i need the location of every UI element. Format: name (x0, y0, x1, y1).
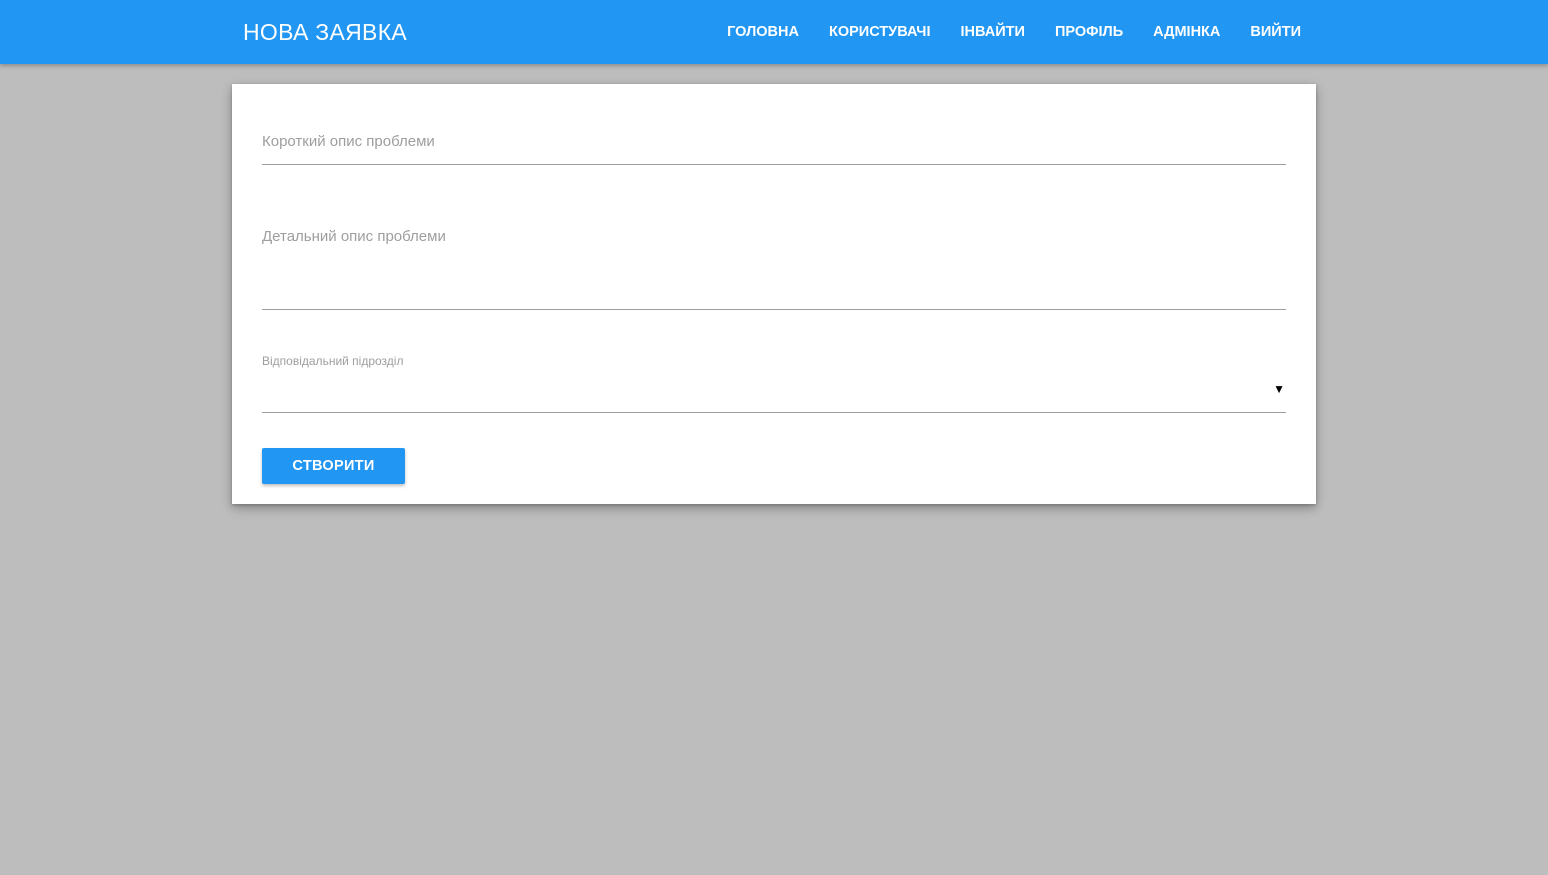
nav-item-users[interactable]: КОРИСТУВАЧІ (814, 0, 946, 64)
nav-item-invites[interactable]: ІНВАЙТИ (946, 0, 1040, 64)
create-button[interactable]: СТВОРИТИ (262, 448, 405, 484)
short-description-field (262, 128, 1286, 165)
nav-item-profile[interactable]: ПРОФІЛЬ (1040, 0, 1138, 64)
department-label: Відповідальний підрозділ (262, 354, 404, 368)
ticket-form-card: Відповідальний підрозділ ▼ СТВОРИТИ (232, 84, 1316, 504)
short-description-input[interactable] (262, 128, 1286, 156)
dropdown-arrow-icon: ▼ (1273, 382, 1285, 396)
page-title: НОВА ЗАЯВКА (243, 19, 408, 45)
app-bar: НОВА ЗАЯВКА ГОЛОВНА КОРИСТУВАЧІ ІНВАЙТИ … (0, 0, 1548, 64)
detailed-description-textarea[interactable] (262, 226, 1286, 302)
detailed-description-field (262, 226, 1286, 310)
main-nav: ГОЛОВНА КОРИСТУВАЧІ ІНВАЙТИ ПРОФІЛЬ АДМІ… (712, 0, 1316, 64)
nav-item-home[interactable]: ГОЛОВНА (712, 0, 814, 64)
nav-item-logout[interactable]: ВИЙТИ (1235, 0, 1316, 64)
department-select[interactable]: ▼ (262, 376, 1286, 413)
nav-item-admin[interactable]: АДМІНКА (1138, 0, 1235, 64)
